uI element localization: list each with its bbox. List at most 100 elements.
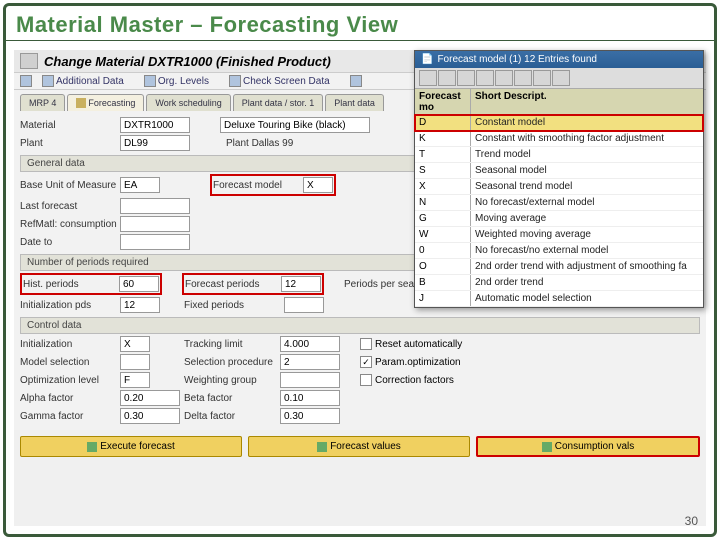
- popup-row[interactable]: DConstant model: [415, 115, 703, 131]
- popup-row[interactable]: KConstant with smoothing factor adjustme…: [415, 131, 703, 147]
- fixed-periods-field[interactable]: [284, 297, 324, 313]
- popup-row[interactable]: SSeasonal model: [415, 163, 703, 179]
- popup-row[interactable]: 0No forecast/no external model: [415, 243, 703, 259]
- popup-code-cell: S: [415, 163, 471, 178]
- arrow-icon: [42, 75, 54, 87]
- button-label: Consumption vals: [555, 441, 634, 452]
- plant-desc: Plant Dallas 99: [226, 138, 293, 149]
- init-pds-field[interactable]: [120, 297, 160, 313]
- popup-desc-cell: Trend model: [471, 147, 703, 162]
- forecast-model-field[interactable]: [303, 177, 333, 193]
- corr-checkbox[interactable]: [360, 374, 372, 386]
- beta-label: Beta factor: [184, 393, 280, 404]
- wgrp-label: Weighting group: [184, 375, 280, 386]
- popup-code-cell: J: [415, 291, 471, 306]
- toolbar-org-levels[interactable]: Org. Levels: [144, 75, 219, 87]
- tab-label: Plant data / stor. 1: [242, 98, 315, 108]
- popup-tb-settings[interactable]: [533, 70, 551, 86]
- forecast-values-button[interactable]: Forecast values: [248, 436, 470, 457]
- toolbar-check-screen[interactable]: Check Screen Data: [229, 75, 340, 87]
- values-icon: [317, 442, 327, 452]
- plant-field[interactable]: [120, 135, 190, 151]
- popup-tb-find[interactable]: [457, 70, 475, 86]
- popup-row[interactable]: O2nd order trend with adjustment of smoo…: [415, 259, 703, 275]
- popup-row[interactable]: TTrend model: [415, 147, 703, 163]
- popup-code-cell: D: [415, 115, 471, 130]
- popup-header-row: Forecast mo Short Descript.: [415, 89, 703, 115]
- popup-row[interactable]: GMoving average: [415, 211, 703, 227]
- popup-row[interactable]: NNo forecast/external model: [415, 195, 703, 211]
- hist-periods-field[interactable]: [119, 276, 159, 292]
- popup-col-code[interactable]: Forecast mo: [415, 89, 471, 115]
- popup-row[interactable]: JAutomatic model selection: [415, 291, 703, 307]
- popup-row[interactable]: B2nd order trend: [415, 275, 703, 291]
- popup-desc-cell: Moving average: [471, 211, 703, 226]
- execute-icon: [87, 442, 97, 452]
- toolbar-back[interactable]: [20, 75, 32, 87]
- popup-desc-cell: No forecast/no external model: [471, 243, 703, 258]
- tab-forecasting[interactable]: Forecasting: [67, 94, 144, 111]
- popup-tb-accept[interactable]: [419, 70, 437, 86]
- toolbar-label: Additional Data: [56, 76, 124, 87]
- refmat-label: RefMatl: consumption: [20, 219, 120, 230]
- init-label: Initialization: [20, 339, 120, 350]
- popup-titlebar: 📄 Forecast model (1) 12 Entries found: [415, 51, 703, 68]
- popup-desc-cell: Weighted moving average: [471, 227, 703, 242]
- forecast-periods-group: Forecast periods: [182, 273, 324, 295]
- toolbar-additional-data[interactable]: Additional Data: [42, 75, 134, 87]
- popup-col-desc[interactable]: Short Descript.: [471, 89, 703, 115]
- execute-forecast-button[interactable]: Execute forecast: [20, 436, 242, 457]
- material-field[interactable]: [120, 117, 190, 133]
- popup-desc-cell: Constant model: [471, 115, 703, 130]
- program-icon[interactable]: [20, 53, 38, 69]
- popup-tb-filter[interactable]: [476, 70, 494, 86]
- toolbar-lock[interactable]: [350, 75, 362, 87]
- tab-plant2[interactable]: Plant data: [325, 94, 384, 111]
- material-desc[interactable]: [220, 117, 370, 133]
- tab-work-sched[interactable]: Work scheduling: [146, 94, 230, 111]
- popup-tb-print[interactable]: [495, 70, 513, 86]
- init-field[interactable]: [120, 336, 150, 352]
- door-icon: [20, 75, 32, 87]
- modelsel-field[interactable]: [120, 354, 150, 370]
- section-control: Control data: [20, 317, 700, 334]
- alpha-field[interactable]: [120, 390, 180, 406]
- paramopt-checkbox[interactable]: ✓: [360, 356, 372, 368]
- button-label: Forecast values: [330, 441, 401, 452]
- popup-code-cell: T: [415, 147, 471, 162]
- plant-label: Plant: [20, 138, 120, 149]
- dateto-field[interactable]: [120, 234, 190, 250]
- optlvl-field[interactable]: [120, 372, 150, 388]
- gamma-field[interactable]: [120, 408, 180, 424]
- popup-row[interactable]: XSeasonal trend model: [415, 179, 703, 195]
- tab-plant1[interactable]: Plant data / stor. 1: [233, 94, 324, 111]
- popup-desc-cell: 2nd order trend with adjustment of smoot…: [471, 259, 703, 274]
- hist-periods-group: Hist. periods: [20, 273, 162, 295]
- popup-tb-sort[interactable]: [438, 70, 456, 86]
- popup-row[interactable]: WWeighted moving average: [415, 227, 703, 243]
- forecast-periods-field[interactable]: [281, 276, 321, 292]
- forecast-model-label: Forecast model: [213, 180, 303, 191]
- slide-title: Material Master – Forecasting View: [6, 6, 714, 41]
- reset-checkbox[interactable]: [360, 338, 372, 350]
- wgrp-field[interactable]: [280, 372, 340, 388]
- popup-body: DConstant modelKConstant with smoothing …: [415, 115, 703, 307]
- material-label: Material: [20, 120, 120, 131]
- optlvl-label: Optimization level: [20, 375, 120, 386]
- popup-tb-close[interactable]: [552, 70, 570, 86]
- popup-code-cell: G: [415, 211, 471, 226]
- selproc-field[interactable]: [280, 354, 340, 370]
- beta-field[interactable]: [280, 390, 340, 406]
- buom-field[interactable]: [120, 177, 160, 193]
- window-title: Change Material DXTR1000 (Finished Produ…: [40, 54, 331, 69]
- last-forecast-field[interactable]: [120, 198, 190, 214]
- delta-field[interactable]: [280, 408, 340, 424]
- corr-label: Correction factors: [375, 375, 454, 386]
- tab-mrp4[interactable]: MRP 4: [20, 94, 65, 111]
- refmat-field[interactable]: [120, 216, 190, 232]
- consumption-vals-button[interactable]: Consumption vals: [476, 436, 700, 457]
- lock-icon: [350, 75, 362, 87]
- popup-tb-export[interactable]: [514, 70, 532, 86]
- button-label: Execute forecast: [100, 441, 174, 452]
- tracking-field[interactable]: [280, 336, 340, 352]
